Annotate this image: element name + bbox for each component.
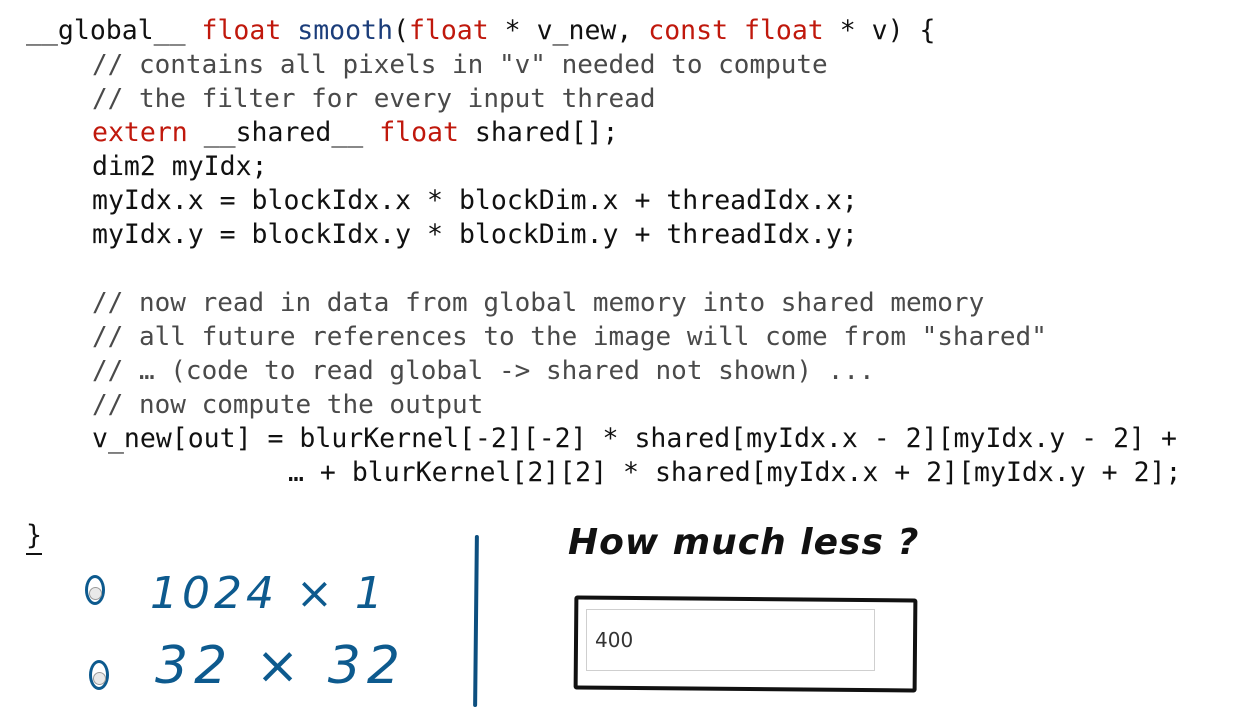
code-line: myIdx.y = blockIdx.y * blockDim.y + thre… — [92, 219, 858, 250]
code-comment: // contains all pixels in "v" needed to … — [92, 50, 828, 80]
code-token: ( — [392, 15, 409, 46]
text-cursor — [26, 553, 42, 555]
code-token: float — [201, 15, 298, 46]
code-token: float — [408, 15, 489, 46]
divider-line — [473, 534, 479, 708]
code-line: v_new[out] = blurKernel[-2][-2] * shared… — [92, 423, 1177, 454]
code-line-extern: extern __shared__ float shared[]; — [92, 116, 619, 150]
option-radio-32x32[interactable] — [89, 660, 109, 690]
code-line-signature: __global__ float smooth(float * v_new, c… — [26, 14, 935, 48]
code-token: extern — [92, 117, 188, 148]
code-token: * v_new, — [488, 15, 649, 46]
code-token: __global__ — [26, 15, 202, 46]
code-token: const float — [648, 15, 824, 46]
code-token: smooth — [297, 15, 393, 46]
code-token: __shared__ — [187, 117, 380, 148]
code-comment: // now compute the output — [92, 390, 484, 420]
code-comment: // all future references to the image wi… — [92, 322, 1047, 352]
option-radio-1024x1[interactable] — [85, 575, 105, 605]
code-token: float — [379, 117, 459, 148]
code-comment: // … (code to read global -> shared not … — [92, 356, 875, 386]
code-comment: // now read in data from global memory i… — [92, 288, 985, 318]
code-token: shared[]; — [458, 117, 619, 148]
option-label-32x32: 32 × 32 — [155, 636, 406, 696]
code-comment: // the filter for every input thread — [92, 84, 656, 114]
code-token: * v) { — [823, 15, 936, 46]
question-text: How much less ? — [568, 522, 920, 563]
answer-input[interactable] — [586, 609, 875, 671]
radio-dot-icon — [89, 587, 102, 600]
code-line: myIdx.x = blockIdx.x * blockDim.x + thre… — [92, 185, 858, 216]
code-line: … + blurKernel[2][2] * shared[myIdx.x + … — [288, 457, 1182, 488]
closing-brace: } — [26, 520, 42, 551]
option-label-1024x1: 1024 × 1 — [150, 568, 387, 619]
radio-dot-icon — [93, 672, 106, 685]
code-line: dim2 myIdx; — [92, 151, 268, 182]
